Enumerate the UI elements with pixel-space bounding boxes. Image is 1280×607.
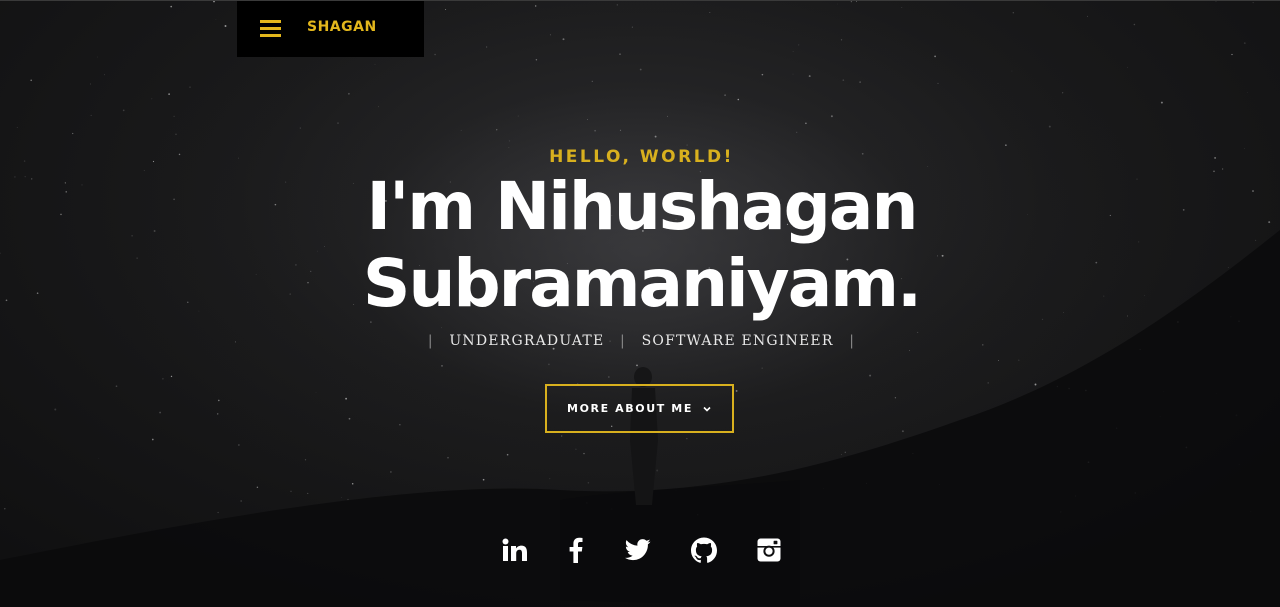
greeting-text: HELLO, WORLD! (549, 147, 734, 167)
role-separator: | (427, 333, 434, 349)
social-links (0, 533, 1280, 567)
brand-link[interactable]: SHAGAN (307, 19, 377, 35)
role-separator: | (620, 333, 626, 349)
role-item: UNDERGRADUATE (449, 333, 605, 349)
headline-line-2: Subramaniyam. (362, 245, 922, 322)
more-about-me-label: MORE ABOUT ME (567, 402, 693, 415)
roles-list: | UNDERGRADUATE | SOFTWARE ENGINEER | (0, 333, 1280, 349)
linkedin-link[interactable] (498, 533, 532, 567)
instagram-link[interactable] (752, 533, 786, 567)
instagram-icon (757, 538, 781, 562)
role-separator: | (849, 333, 856, 349)
role-item: SOFTWARE ENGINEER (641, 333, 834, 349)
github-link[interactable] (687, 533, 721, 567)
navbar: SHAGAN (237, 1, 424, 57)
chevron-down-icon (703, 406, 711, 412)
facebook-link[interactable] (559, 533, 593, 567)
page-title: I'm Nihushagan Subramaniyam. (0, 168, 1280, 322)
top-border (0, 0, 1280, 1)
facebook-icon (569, 537, 583, 563)
github-icon (691, 537, 717, 563)
hamburger-menu-icon[interactable] (260, 20, 281, 37)
headline-line-1: I'm Nihushagan (366, 168, 919, 245)
twitter-link[interactable] (621, 533, 655, 567)
linkedin-icon (502, 538, 527, 561)
more-about-me-button[interactable]: MORE ABOUT ME (545, 384, 734, 433)
twitter-icon (625, 539, 651, 561)
